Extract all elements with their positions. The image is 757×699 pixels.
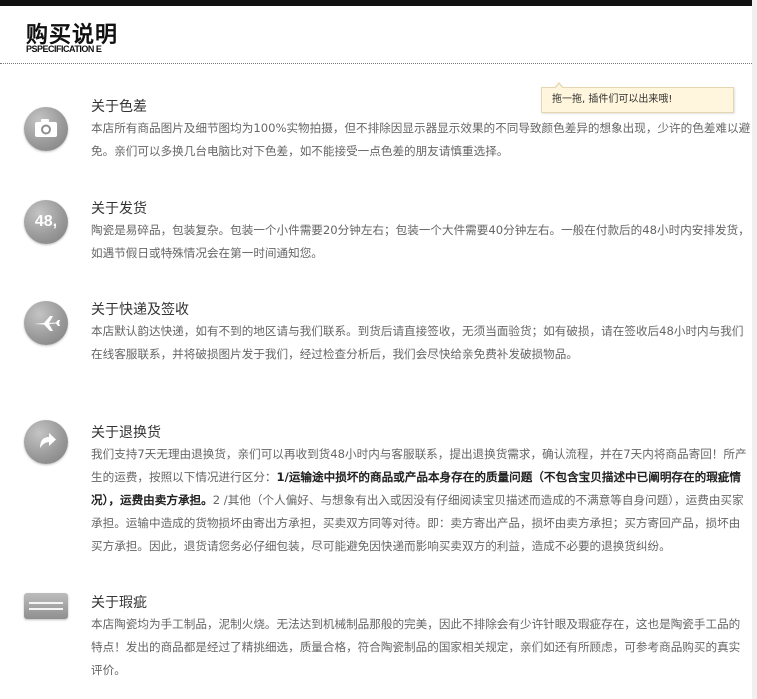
box-icon [24,593,68,619]
header-divider [0,63,752,64]
airplane-icon [24,301,68,345]
section-heading: 关于退换货 [91,425,161,441]
section-text: 我们支持7天无理由退换货，亲们可以再收到货48小时内与客服联系，提出退换货需求，… [91,443,751,558]
box-icon-line [29,608,63,610]
section-heading: 关于发货 [91,201,147,217]
48-hours-icon: 48, [24,200,68,244]
scrollbar-track[interactable] [752,0,757,699]
section-heading: 关于色差 [91,99,147,115]
box-icon-line [29,602,63,604]
section-heading: 关于瑕疵 [91,595,147,611]
return-arrow-icon [24,420,68,464]
tooltip-text: 拖一拖, 插件们可以出来哦! [552,94,673,105]
section-heading: 关于快递及签收 [91,302,189,318]
icon-label: 48, [34,213,58,230]
section-text: 陶瓷是易碎品，包装复杂。包装一个小件需要20分钟左右；包装一个大件需要40分钟左… [91,223,750,260]
section-text: 本店所有商品图片及细节图均为100%实物拍摄，但不排除因显示器显示效果的不同导致… [91,121,751,158]
tooltip-arrow-inner [555,84,563,89]
camera-icon [24,107,68,151]
section-text: 本店陶瓷均为手工制品，泥制火烧。无法达到机械制品那般的完美，因此不排除会有少许针… [91,617,741,677]
plugin-tooltip[interactable]: 拖一拖, 插件们可以出来哦! [541,82,734,113]
page-subtitle: PSPECIFICATION E [26,44,102,54]
section-text: 本店默认韵达快递，如有不到的地区请与我们联系。到货后请直接签收，无须当面验货；如… [91,324,744,361]
top-bar [0,0,752,6]
